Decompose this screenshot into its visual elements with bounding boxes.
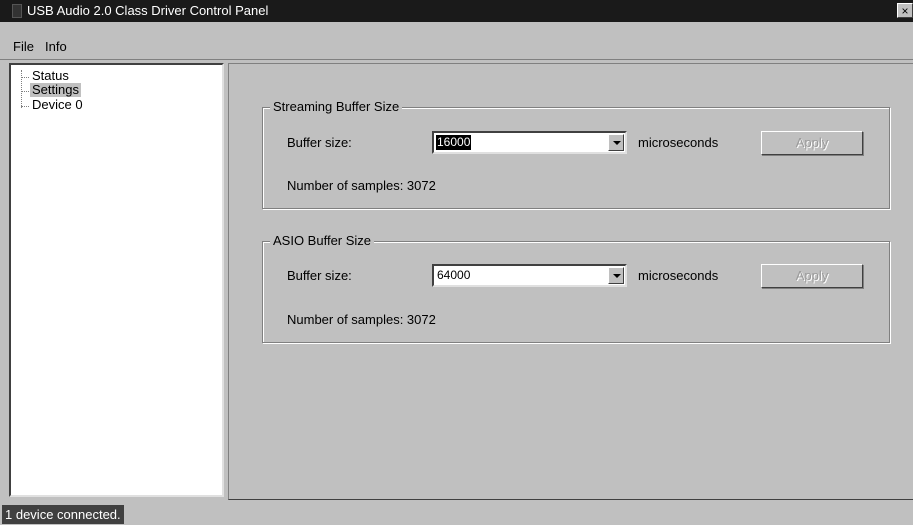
navigation-tree[interactable]: Status Settings Device 0: [9, 63, 224, 497]
menu-file[interactable]: File: [13, 39, 34, 54]
tree-connector: [21, 70, 22, 108]
streaming-apply-button[interactable]: Apply: [761, 131, 863, 155]
tree-connector: [21, 77, 29, 78]
asio-buffer-title: ASIO Buffer Size: [270, 233, 375, 249]
app-icon: [12, 4, 22, 18]
status-text: 1 device connected.: [2, 505, 124, 524]
streaming-buffer-size-select[interactable]: 16000: [432, 131, 627, 154]
settings-panel: Streaming Buffer Size Buffer size: 16000…: [228, 63, 913, 500]
asio-buffer-size-select[interactable]: 64000: [432, 264, 627, 287]
streaming-buffer-group: Streaming Buffer Size Buffer size: 16000…: [262, 99, 890, 209]
streaming-buffer-title: Streaming Buffer Size: [270, 99, 403, 115]
chevron-down-icon[interactable]: [608, 134, 624, 151]
close-button[interactable]: ×: [897, 3, 913, 18]
streaming-apply-label: Apply: [795, 135, 829, 150]
streaming-samples-text: Number of samples: 3072: [287, 178, 436, 193]
tree-item-settings[interactable]: Settings: [30, 83, 81, 97]
streaming-unit-label: microseconds: [638, 135, 719, 150]
asio-buffer-size-label: Buffer size:: [287, 268, 352, 283]
chevron-down-icon[interactable]: [608, 267, 624, 284]
asio-apply-button[interactable]: Apply: [761, 264, 863, 288]
tree-connector: [21, 91, 29, 92]
tree-item-status[interactable]: Status: [30, 69, 71, 83]
menu-info[interactable]: Info: [45, 39, 67, 54]
asio-apply-label: Apply: [795, 268, 829, 283]
tree-connector: [21, 106, 29, 107]
streaming-buffer-size-value: 16000: [434, 134, 473, 151]
tree-item-device-0[interactable]: Device 0: [30, 98, 85, 112]
asio-buffer-group: ASIO Buffer Size Buffer size: 64000 micr…: [262, 233, 890, 343]
title-bar: USB Audio 2.0 Class Driver Control Panel…: [0, 0, 913, 22]
status-bar: 1 device connected.: [0, 503, 913, 525]
window-title: USB Audio 2.0 Class Driver Control Panel: [27, 3, 269, 18]
asio-unit-label: microseconds: [638, 268, 719, 283]
menu-bar: File Info: [0, 22, 913, 60]
asio-samples-text: Number of samples: 3072: [287, 312, 436, 327]
streaming-buffer-size-label: Buffer size:: [287, 135, 352, 150]
asio-buffer-size-value: 64000: [437, 268, 471, 282]
